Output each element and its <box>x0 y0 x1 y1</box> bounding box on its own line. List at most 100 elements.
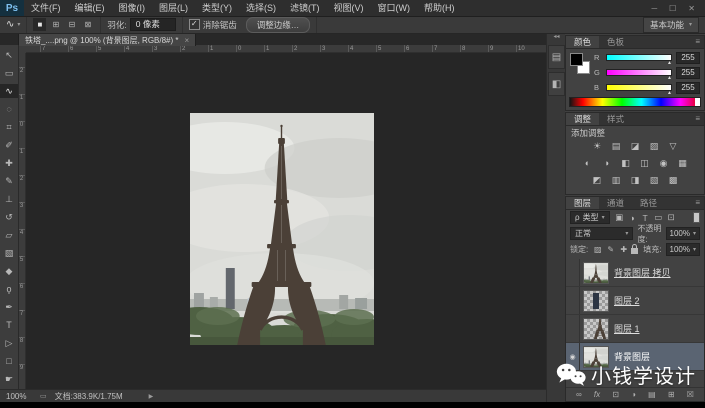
minimize-icon[interactable]: ─ <box>651 4 657 13</box>
expand-panels-icon[interactable]: ◂◂ <box>547 33 566 42</box>
add-to-selection-mode[interactable]: ⊞ <box>49 18 62 31</box>
status-arrow-icon[interactable]: ▶ <box>149 393 154 400</box>
tab-color[interactable]: 颜色 <box>566 36 600 48</box>
new-selection-mode[interactable]: ■ <box>33 18 47 31</box>
visibility-toggle[interactable] <box>566 315 580 342</box>
feather-input[interactable]: 0 像素 <box>129 18 176 31</box>
filter-kind-dropdown[interactable]: ρ 类型 ▾ <box>570 211 610 224</box>
filter-pixel-layers-icon[interactable]: ▣ <box>614 212 625 223</box>
vertical-ruler[interactable]: 210123456789 <box>18 53 26 389</box>
channel-value[interactable]: 255 <box>676 81 700 94</box>
slider-thumb-icon[interactable]: ▲ <box>667 90 672 96</box>
layer-name[interactable]: 图层 2 <box>614 294 640 307</box>
posterize-icon[interactable]: ▥ <box>609 173 624 187</box>
type-tool[interactable]: T <box>0 318 18 333</box>
lasso-tool[interactable]: ∿ <box>0 83 18 99</box>
new-group-icon[interactable]: ▤ <box>648 390 656 399</box>
tab-paths[interactable]: 路径 <box>632 197 665 209</box>
opacity-field[interactable]: 100% ▾ <box>665 227 700 240</box>
maximize-icon[interactable]: ☐ <box>669 4 676 13</box>
workspace-switcher[interactable]: 基本功能 ▾ <box>642 16 699 33</box>
filter-smart-objects-icon[interactable]: ⊡ <box>666 212 677 223</box>
pen-tool[interactable]: ✒ <box>0 300 18 315</box>
dodge-tool[interactable]: ϙ <box>0 282 18 297</box>
layer-row-background-copy[interactable]: 背景图层 拷贝 <box>566 259 704 287</box>
quick-selection-tool[interactable]: ◌ <box>0 102 18 117</box>
tab-swatches[interactable]: 色板 <box>599 36 632 48</box>
slider-thumb-icon[interactable]: ▲ <box>667 75 672 81</box>
fill-field[interactable]: 100% ▾ <box>665 243 700 256</box>
filter-adjustment-layers-icon[interactable]: ◑ <box>627 212 638 223</box>
exposure-icon[interactable]: ▨ <box>647 139 662 153</box>
lock-transparency-icon[interactable]: ▨ <box>592 244 603 255</box>
clone-stamp-tool[interactable]: ⊥ <box>0 192 18 207</box>
new-adjustment-layer-icon[interactable]: ◑ <box>631 390 636 399</box>
properties-panel-button[interactable]: ◧ <box>548 72 565 96</box>
brightness-contrast-icon[interactable]: ☀ <box>590 139 605 153</box>
color-lookup-icon[interactable]: ▦ <box>675 156 690 170</box>
foreground-color-swatch[interactable] <box>570 53 583 66</box>
intersect-selection-mode[interactable]: ⊠ <box>81 18 94 31</box>
lock-position-icon[interactable]: ✚ <box>618 244 629 255</box>
channel-value[interactable]: 255 <box>676 51 700 64</box>
path-selection-tool[interactable]: ▷ <box>0 336 18 351</box>
zoom-level-field[interactable]: 100% <box>6 392 32 401</box>
link-layers-icon[interactable]: ∞ <box>576 390 582 399</box>
layer-thumbnail[interactable] <box>583 317 609 340</box>
layer-name[interactable]: 背景图层 拷贝 <box>614 266 671 279</box>
history-panel-button[interactable]: ▤ <box>548 45 565 69</box>
subtract-from-selection-mode[interactable]: ⊟ <box>65 18 78 31</box>
antialias-checkbox[interactable]: ✓ <box>188 19 200 30</box>
eyedropper-tool[interactable]: ✐ <box>0 138 18 153</box>
gradient-map-icon[interactable]: ▧ <box>647 173 662 187</box>
menu-item[interactable]: 图层(L) <box>152 0 195 16</box>
blend-mode-dropdown[interactable]: 正常 ▾ <box>570 227 634 240</box>
history-brush-tool[interactable]: ↺ <box>0 210 18 225</box>
tab-layers[interactable]: 图层 <box>566 197 600 209</box>
tool-preset[interactable]: ∿ ▾ <box>0 16 28 33</box>
delete-layer-icon[interactable]: ☒ <box>687 390 694 399</box>
curves-icon[interactable]: ◪ <box>628 139 643 153</box>
hand-tool[interactable]: ☛ <box>0 372 18 387</box>
layer-name[interactable]: 图层 1 <box>614 322 640 335</box>
layer-filter-toggle[interactable] <box>693 212 700 223</box>
levels-icon[interactable]: ▤ <box>609 139 624 153</box>
invert-icon[interactable]: ◩ <box>590 173 605 187</box>
move-tool[interactable]: ↖ <box>0 48 18 63</box>
layer-row-layer1[interactable]: 图层 1 <box>566 315 704 343</box>
selective-color-icon[interactable]: ▩ <box>666 173 681 187</box>
layer-row-layer2[interactable]: 图层 2 <box>566 287 704 315</box>
panel-menu-icon[interactable]: ≡ <box>691 113 704 125</box>
channel-value[interactable]: 255 <box>676 66 700 79</box>
white-chip[interactable] <box>695 98 700 106</box>
tab-channels[interactable]: 通道 <box>599 197 632 209</box>
canvas-image[interactable] <box>190 113 374 345</box>
rectangular-marquee-tool[interactable]: ▭ <box>0 66 18 81</box>
visibility-toggle[interactable] <box>566 259 580 286</box>
panel-menu-icon[interactable]: ≡ <box>691 197 704 209</box>
close-icon[interactable]: ✕ <box>688 4 695 13</box>
layer-mask-icon[interactable]: ⊡ <box>612 390 619 399</box>
close-tab-icon[interactable]: × <box>185 36 190 45</box>
slider-thumb-icon[interactable]: ▲ <box>667 60 672 66</box>
horizontal-ruler[interactable]: 7 6 5 4 3 2 1 0 1 2 3 4 5 6 7 8 9 10 <box>26 45 546 53</box>
color-balance-icon[interactable]: ◑ <box>599 156 614 170</box>
tab-styles[interactable]: 样式 <box>599 113 632 125</box>
brush-tool[interactable]: ✎ <box>0 174 18 189</box>
filter-type-layers-icon[interactable]: T <box>640 212 651 223</box>
menu-item[interactable]: 选择(S) <box>239 0 283 16</box>
document-tab[interactable]: 铁塔_....png @ 100% (背景图层, RGB/8#) * × <box>18 33 197 46</box>
menu-item[interactable]: 视图(V) <box>327 0 371 16</box>
blur-tool[interactable]: ◆ <box>0 264 18 279</box>
layer-thumbnail[interactable] <box>583 289 609 312</box>
vibrance-icon[interactable]: ▽ <box>666 139 681 153</box>
menu-item[interactable]: 图像(I) <box>112 0 153 16</box>
eraser-tool[interactable]: ▱ <box>0 228 18 243</box>
gradient-tool[interactable]: ▧ <box>0 246 18 261</box>
spot-healing-brush-tool[interactable]: ✚ <box>0 156 18 171</box>
menu-item[interactable]: 编辑(E) <box>68 0 112 16</box>
black-white-icon[interactable]: ◧ <box>618 156 633 170</box>
photo-filter-icon[interactable]: ◫ <box>637 156 652 170</box>
menu-item[interactable]: 滤镜(T) <box>283 0 327 16</box>
panel-menu-icon[interactable]: ≡ <box>691 36 704 48</box>
